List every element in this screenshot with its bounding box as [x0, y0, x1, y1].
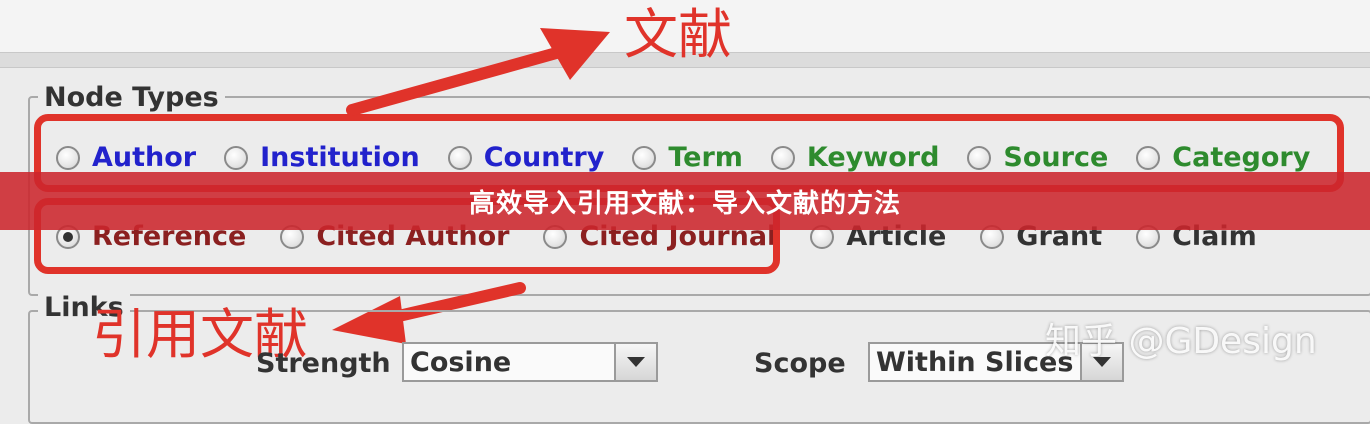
scope-label: Scope	[754, 348, 846, 379]
annotation-top-label: 文献	[624, 3, 732, 66]
banner-title: 高效导入引用文献：导入文献的方法	[468, 188, 901, 219]
chevron-down-icon	[627, 357, 645, 367]
dropdown-button[interactable]	[614, 344, 656, 380]
strength-value: Cosine	[410, 346, 512, 378]
watermark: 知乎 @GDesign	[1045, 321, 1317, 362]
strength-label: Strength	[256, 348, 391, 379]
title-banner: 高效导入引用文献：导入文献的方法	[0, 172, 1370, 230]
strength-select[interactable]: Cosine	[402, 342, 658, 382]
node-types-title: Node Types	[38, 82, 225, 113]
